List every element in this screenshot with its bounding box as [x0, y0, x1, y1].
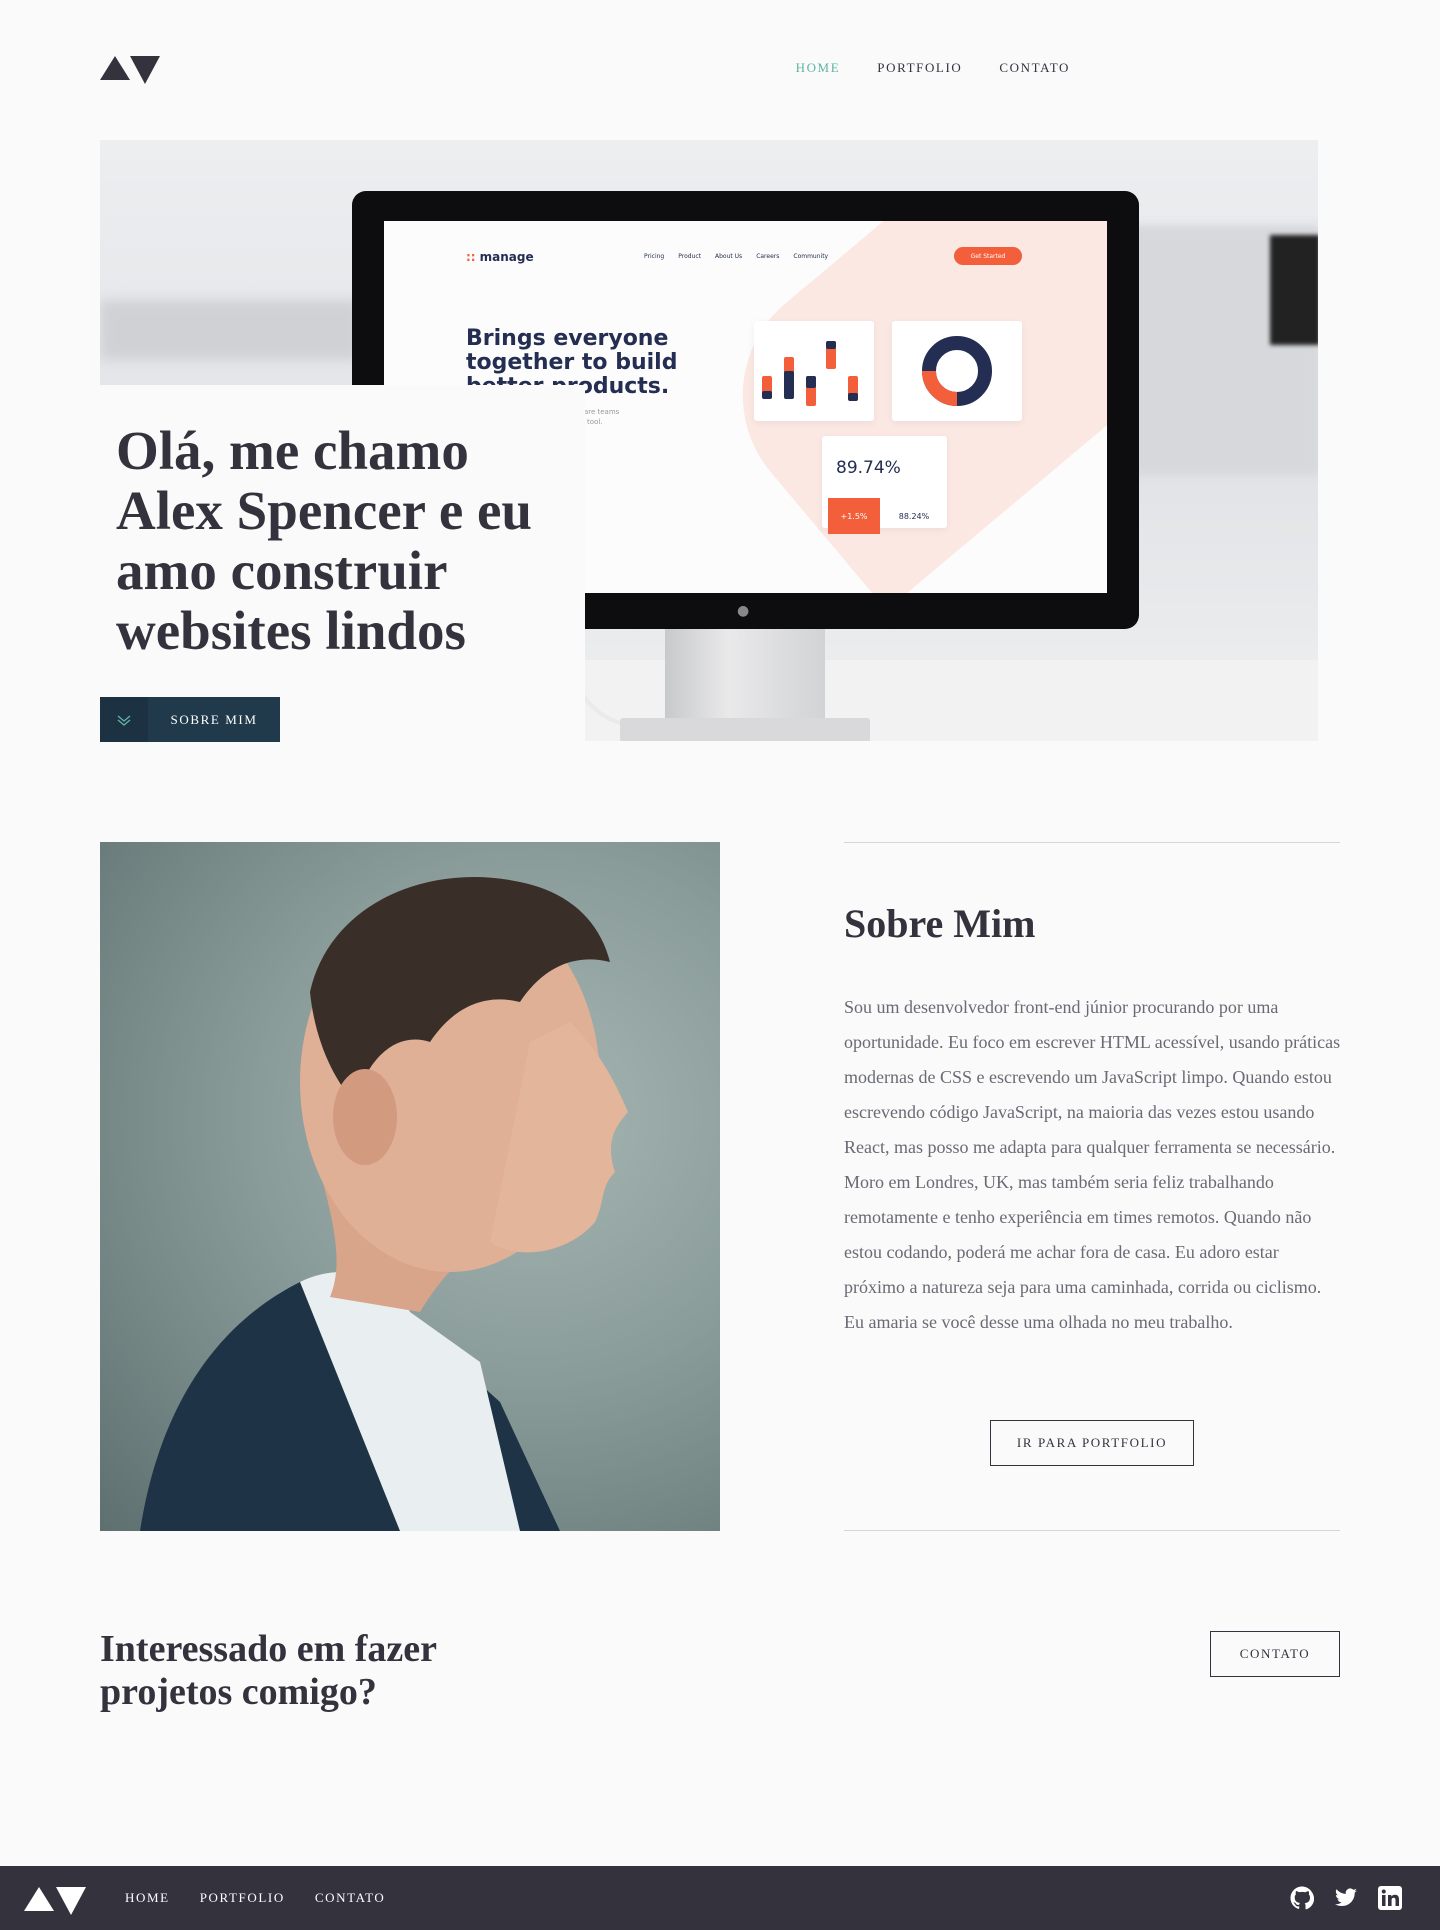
mockup-brand: :: manage [466, 250, 534, 264]
footer-logo[interactable] [24, 1883, 86, 1915]
profile-photo [100, 842, 720, 1531]
social-links [1290, 1886, 1402, 1910]
twitter-icon[interactable] [1334, 1886, 1358, 1910]
chevrons-down-icon [100, 697, 148, 742]
mockup-nav: Pricing Product About Us Careers Communi… [644, 253, 829, 260]
footer-nav-contato[interactable]: CONTATO [315, 1890, 386, 1906]
about-me-button-label: SOBRE MIM [170, 711, 258, 727]
divider-top [844, 842, 1340, 843]
cta-title: Interessado em fazer projetos comigo? [100, 1628, 437, 1713]
about-text: Sou um desenvolvedor front-end júnior pr… [844, 997, 1341, 1332]
mockup-donut-card [892, 321, 1022, 421]
nav-contato[interactable]: CONTATO [999, 60, 1070, 76]
about-title: Sobre Mim [844, 901, 1036, 946]
go-to-portfolio-button[interactable]: IR PARA PORTFOLIO [990, 1420, 1194, 1466]
footer-nav: HOME PORTFOLIO CONTATO [125, 1890, 385, 1906]
mockup-cta: Get Started [954, 247, 1022, 265]
about-me-button[interactable]: SOBRE MIM [100, 697, 280, 742]
linkedin-icon[interactable] [1378, 1886, 1402, 1910]
footer-nav-home[interactable]: HOME [125, 1890, 170, 1906]
apple-icon: ● [737, 603, 750, 619]
footer: HOME PORTFOLIO CONTATO [0, 1866, 1440, 1930]
divider-bottom [844, 1530, 1340, 1531]
mockup-bar-card [754, 321, 874, 421]
logo[interactable] [100, 52, 160, 84]
mockup-stats-card: 89.74% +1.5% 88.24% [822, 436, 947, 534]
nav-home[interactable]: HOME [796, 60, 841, 76]
github-icon[interactable] [1290, 1886, 1315, 1910]
hero-title: Olá, me chamo Alex Spencer e eu amo cons… [116, 420, 532, 661]
footer-nav-portfolio[interactable]: PORTFOLIO [200, 1890, 285, 1906]
nav-portfolio[interactable]: PORTFOLIO [877, 60, 962, 76]
main-nav: HOME PORTFOLIO CONTATO [796, 60, 1070, 76]
contact-button[interactable]: CONTATO [1210, 1631, 1340, 1677]
